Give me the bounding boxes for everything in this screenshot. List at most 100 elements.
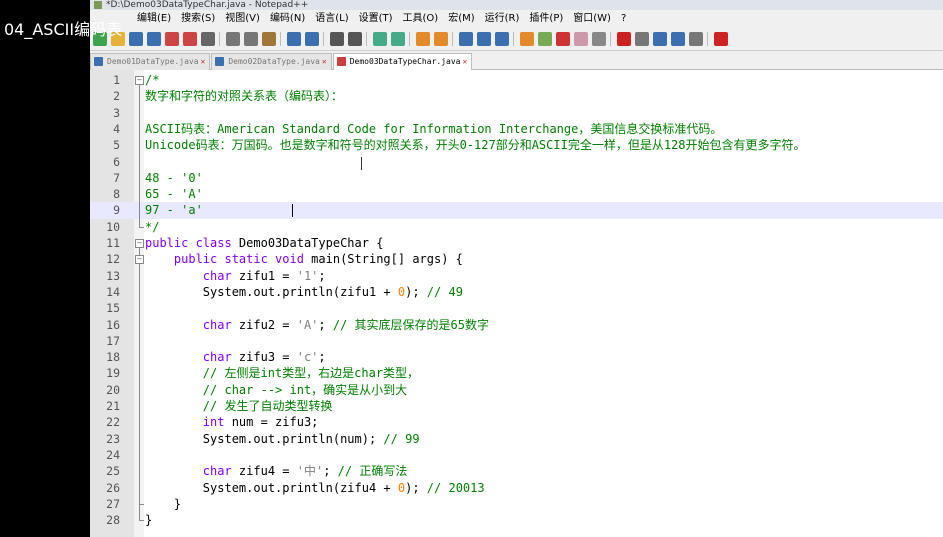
line-number: 13 (106, 268, 120, 283)
save-all-icon[interactable] (147, 32, 161, 46)
line-code: ASCII码表：American Standard Code for Infor… (145, 121, 722, 137)
print-icon[interactable] (201, 32, 215, 46)
menu-item[interactable]: 窗口(W) (568, 10, 616, 28)
menu-item[interactable]: 宏(M) (443, 10, 479, 28)
copy-icon[interactable] (244, 32, 258, 46)
close-icon[interactable] (165, 32, 179, 46)
title-bar: *D:\Demo03DataTypeChar.java - Notepad++ (90, 0, 943, 10)
code-text: System.out.println(zifu1 + (202, 284, 398, 299)
code-line: 25 char zifu4 = '中'; // 正确写法 (90, 463, 943, 479)
code-text: } (145, 513, 153, 528)
play-icon[interactable] (653, 32, 667, 46)
menu-item[interactable]: 搜索(S) (176, 10, 220, 28)
menu-item[interactable]: 视图(V) (220, 10, 265, 28)
line-number: 22 (106, 415, 120, 430)
menu-item[interactable]: 语言(L) (310, 10, 353, 28)
stop-icon[interactable] (635, 32, 649, 46)
fold-guide (139, 84, 140, 227)
record-icon[interactable] (617, 32, 631, 46)
menu-item[interactable]: 设置(T) (354, 10, 398, 28)
redo-icon[interactable] (305, 32, 319, 46)
line-number: 28 (106, 513, 120, 528)
code-text: zifu1 = (231, 268, 297, 283)
cut-icon[interactable] (226, 32, 240, 46)
toolbar-separator (707, 32, 708, 46)
menu-item[interactable]: ? (616, 10, 631, 28)
app-icon (94, 1, 102, 9)
play-multiple-icon[interactable] (671, 32, 685, 46)
function-list-icon[interactable] (556, 32, 570, 46)
close-tab-icon[interactable]: ✕ (322, 54, 327, 70)
doc-map-icon[interactable] (538, 32, 552, 46)
tab-label: Demo01DataType.java (107, 57, 199, 66)
udl-icon[interactable] (520, 32, 534, 46)
all-chars-icon[interactable] (477, 32, 491, 46)
close-tab-icon[interactable]: ✕ (201, 54, 206, 70)
toolbar (90, 28, 943, 51)
save-icon[interactable] (129, 32, 143, 46)
menu-item[interactable]: 工具(O) (398, 10, 444, 28)
code-comment: // 左侧是int类型，右边是char类型， (202, 366, 420, 381)
find-icon[interactable] (330, 32, 344, 46)
code-text: zifu3 = (231, 350, 297, 365)
menu-item[interactable]: 编辑(E) (132, 10, 176, 28)
line-number: 16 (106, 317, 120, 332)
line-number: 3 (113, 105, 120, 120)
wrap-icon[interactable] (459, 32, 473, 46)
tab-2[interactable]: Demo02DataType.java ✕ (211, 53, 332, 70)
tab-3[interactable]: Demo03DataTypeChar.java ✕ (332, 53, 473, 71)
line-number: 20 (106, 382, 120, 397)
code-comment: // 其实底层保存的是65数字 (332, 317, 489, 332)
code-text: ; (318, 268, 326, 283)
editor-area[interactable]: 1 /* 2 数字和字符的对照关系表（编码表）： 3 4 ASCII码表：American … (90, 70, 943, 537)
indent-guide-icon[interactable] (495, 32, 509, 46)
code-line: 3 (90, 105, 943, 121)
code-string: '中' (296, 464, 324, 479)
zoom-out-icon[interactable] (391, 32, 405, 46)
code-text: zifu2 = (231, 317, 297, 332)
replace-icon[interactable] (348, 32, 362, 46)
code-keyword: public class (145, 236, 232, 250)
code-keyword: char (202, 350, 232, 365)
text-caret (292, 204, 293, 217)
menu-item[interactable]: 插件(P) (524, 10, 568, 28)
code-text: 65 - 'A' (145, 187, 203, 202)
toolbar-separator (513, 32, 514, 46)
sync-v-icon[interactable] (416, 32, 430, 46)
menu-bar: 编辑(E) 搜索(S) 视图(V) 编码(N) 语言(L) 设置(T) 工具(O) 宏(M) 运… (90, 10, 943, 28)
close-tab-icon[interactable]: ✕ (462, 54, 467, 70)
code-line: 24 (90, 447, 943, 463)
paste-icon[interactable] (262, 32, 276, 46)
code-line: 22 int num = zifu3; (90, 414, 943, 430)
line-number: 5 (113, 138, 120, 153)
monitor-icon[interactable] (592, 32, 606, 46)
zoom-in-icon[interactable] (373, 32, 387, 46)
close-all-icon[interactable] (183, 32, 197, 46)
spellcheck-icon[interactable] (714, 32, 728, 46)
sync-h-icon[interactable] (434, 32, 448, 46)
menu-item[interactable]: 运行(R) (480, 10, 525, 28)
code-line: 7 48 - '0' (90, 170, 943, 186)
save-macro-icon[interactable] (689, 32, 703, 46)
line-number: 1 (113, 73, 120, 87)
code-line: 28} (90, 512, 943, 528)
undo-icon[interactable] (287, 32, 301, 46)
code-line: 18 char zifu3 = 'c'; (90, 349, 943, 365)
code-text: ); (405, 284, 427, 299)
code-text: ); (405, 480, 427, 495)
code-line: 8 65 - 'A' (90, 186, 943, 202)
line-number: 8 (113, 187, 120, 202)
fold-end-marker (139, 226, 144, 228)
menu-item[interactable]: 编码(N) (265, 10, 310, 28)
code-line: 2 数字和字符的对照关系表（编码表）： (90, 88, 943, 104)
line-code: char zifu1 = '1'; (145, 268, 326, 284)
tab-1[interactable]: Demo01DataType.java ✕ (90, 53, 211, 70)
folder-workspace-icon[interactable] (574, 32, 588, 46)
